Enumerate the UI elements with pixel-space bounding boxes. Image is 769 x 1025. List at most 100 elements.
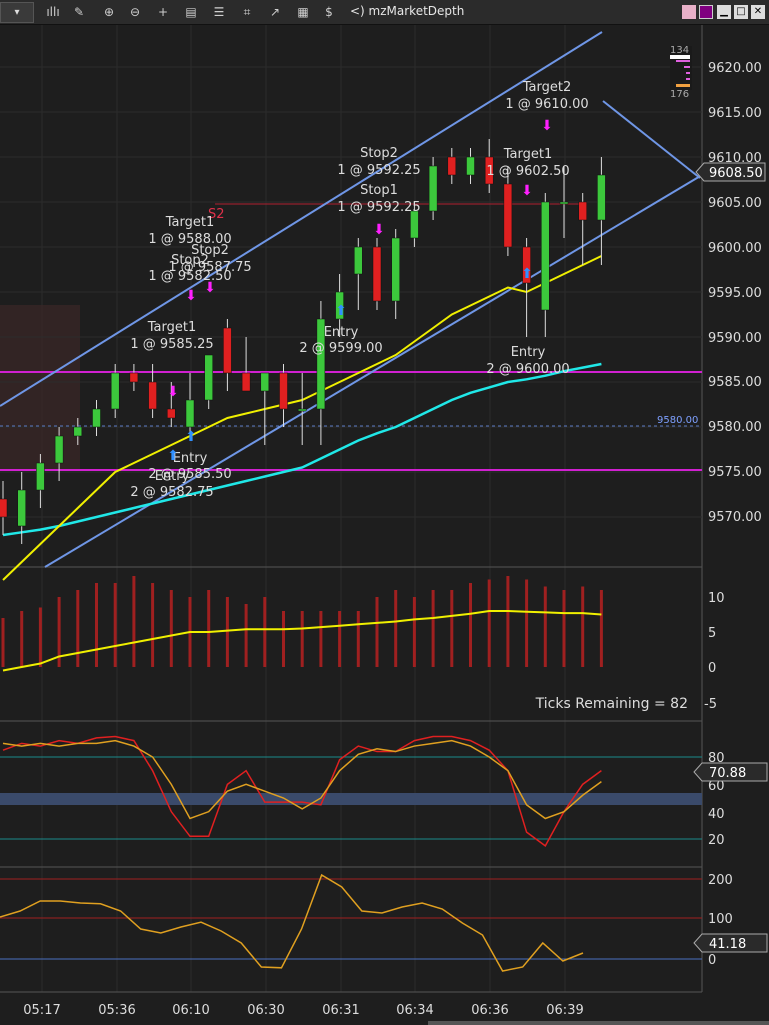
time-label: 05:17 [23,1003,60,1018]
volume-bar [562,590,566,667]
cci-series-line [0,873,584,972]
market-depth-top: 134 [670,45,689,56]
candle-body [185,399,195,428]
target1-label: Target1 [147,320,197,335]
volume-bar [300,611,304,667]
price-label: 9600.00 [708,241,762,256]
price-label: 9620.00 [708,61,762,76]
exit-arrow: ⬇ [541,118,553,134]
entry-arrow: ⬆ [335,303,347,319]
time-label: 06:39 [546,1003,583,1018]
current-price-label: 9608.50 [709,166,763,181]
stop2-label: Stop2 [171,253,209,268]
price-label: 9570.00 [708,510,762,525]
candle-body [129,372,139,383]
target1-value: 1 @ 9602.50 [486,164,569,179]
stoch-d-line [2,739,602,820]
volume-axis-label: -5 [704,697,717,712]
volume-bar [225,597,229,667]
depth-bar [686,72,690,74]
candle-body [410,210,419,239]
candle-body [391,237,400,302]
ticks-remaining-label: Ticks Remaining = 82 [535,696,688,712]
candle-body [204,354,213,401]
stoch-axis-label: 20 [708,833,725,848]
time-label: 06:36 [471,1003,508,1018]
volume-bar [282,611,285,667]
volume-bar [543,586,547,667]
candle-body [466,156,475,176]
volume-bar [487,579,491,667]
volume-bar [113,583,117,667]
depth-bar [670,55,690,59]
depth-bar [686,78,690,80]
candle-body [578,201,587,221]
volume-bar [375,597,379,667]
volume-bar [412,597,416,667]
price-panel-bg [0,25,702,567]
entry-value: 2 @ 9599.00 [299,341,382,356]
exit-arrow: ⬇ [185,288,197,304]
volume-bar [244,604,248,667]
candle-body [559,201,569,205]
volume-bar [450,590,454,667]
stop1-value: 1 @ 9592.25 [337,200,420,215]
volume-bar [431,590,435,667]
stoch-current-value: 70.88 [709,766,746,781]
exit-arrow: ⬇ [521,183,533,199]
volume-bar [132,576,136,667]
stop2-value: 1 @ 9592.25 [337,163,420,178]
cci-axis-label: 100 [708,912,733,927]
volume-bar [469,583,472,667]
volume-bar [38,607,42,667]
volume-bar [599,590,603,667]
volume-bar [581,586,585,667]
volume-axis-label: 10 [708,591,725,606]
depth-bar [676,60,690,62]
entry-arrow: ⬆ [185,429,197,445]
stop2-value: 1 @ 9582.50 [148,269,231,284]
candle-body [148,381,157,410]
target1-value: 1 @ 9585.25 [130,337,213,352]
target1-label: Target1 [165,215,215,230]
volume-bars [1,576,603,667]
stoch-axis-label: 40 [708,807,725,822]
volume-bar [207,590,211,667]
volume-bar [1,618,5,667]
price-label: 9580.00 [708,420,762,435]
time-label: 06:34 [396,1003,433,1018]
stop2-label: Stop2 [360,146,398,161]
volume-axis-label: 0 [708,661,716,676]
candle-body [541,201,550,311]
time-label: 06:30 [247,1003,284,1018]
candle-body [167,408,176,419]
price-label: 9615.00 [708,106,762,121]
exit-arrow: ⬇ [167,384,179,400]
volume-bar [356,611,360,667]
candle-body [503,183,513,248]
target1-label: Target1 [503,147,553,162]
time-label: 06:10 [172,1003,209,1018]
candle-body [297,408,307,412]
volume-bar [20,611,24,667]
horizontal-scrollbar[interactable] [428,1021,769,1025]
candle-body [223,327,232,374]
candle-body [447,156,457,176]
volume-bar [76,590,80,667]
cci-axis-label: 200 [708,873,733,888]
entry-label: Entry [324,325,359,340]
cci-current-value: 41.18 [709,937,746,952]
stoch-k-line [2,735,602,847]
dashed-line-label: 9580.00 [657,415,698,426]
depth-bar [676,84,690,87]
candle-body [597,174,606,221]
price-label: 9605.00 [708,196,762,211]
entry-label: Entry [155,469,190,484]
volume-bar [151,583,155,667]
market-depth-widget: 134 176 [670,45,692,100]
shaded-zone [0,305,80,470]
candle-body [54,435,64,464]
entry-arrow: ⬆ [167,448,179,464]
entry-arrow: ⬆ [521,266,533,282]
candle-body [279,372,288,410]
